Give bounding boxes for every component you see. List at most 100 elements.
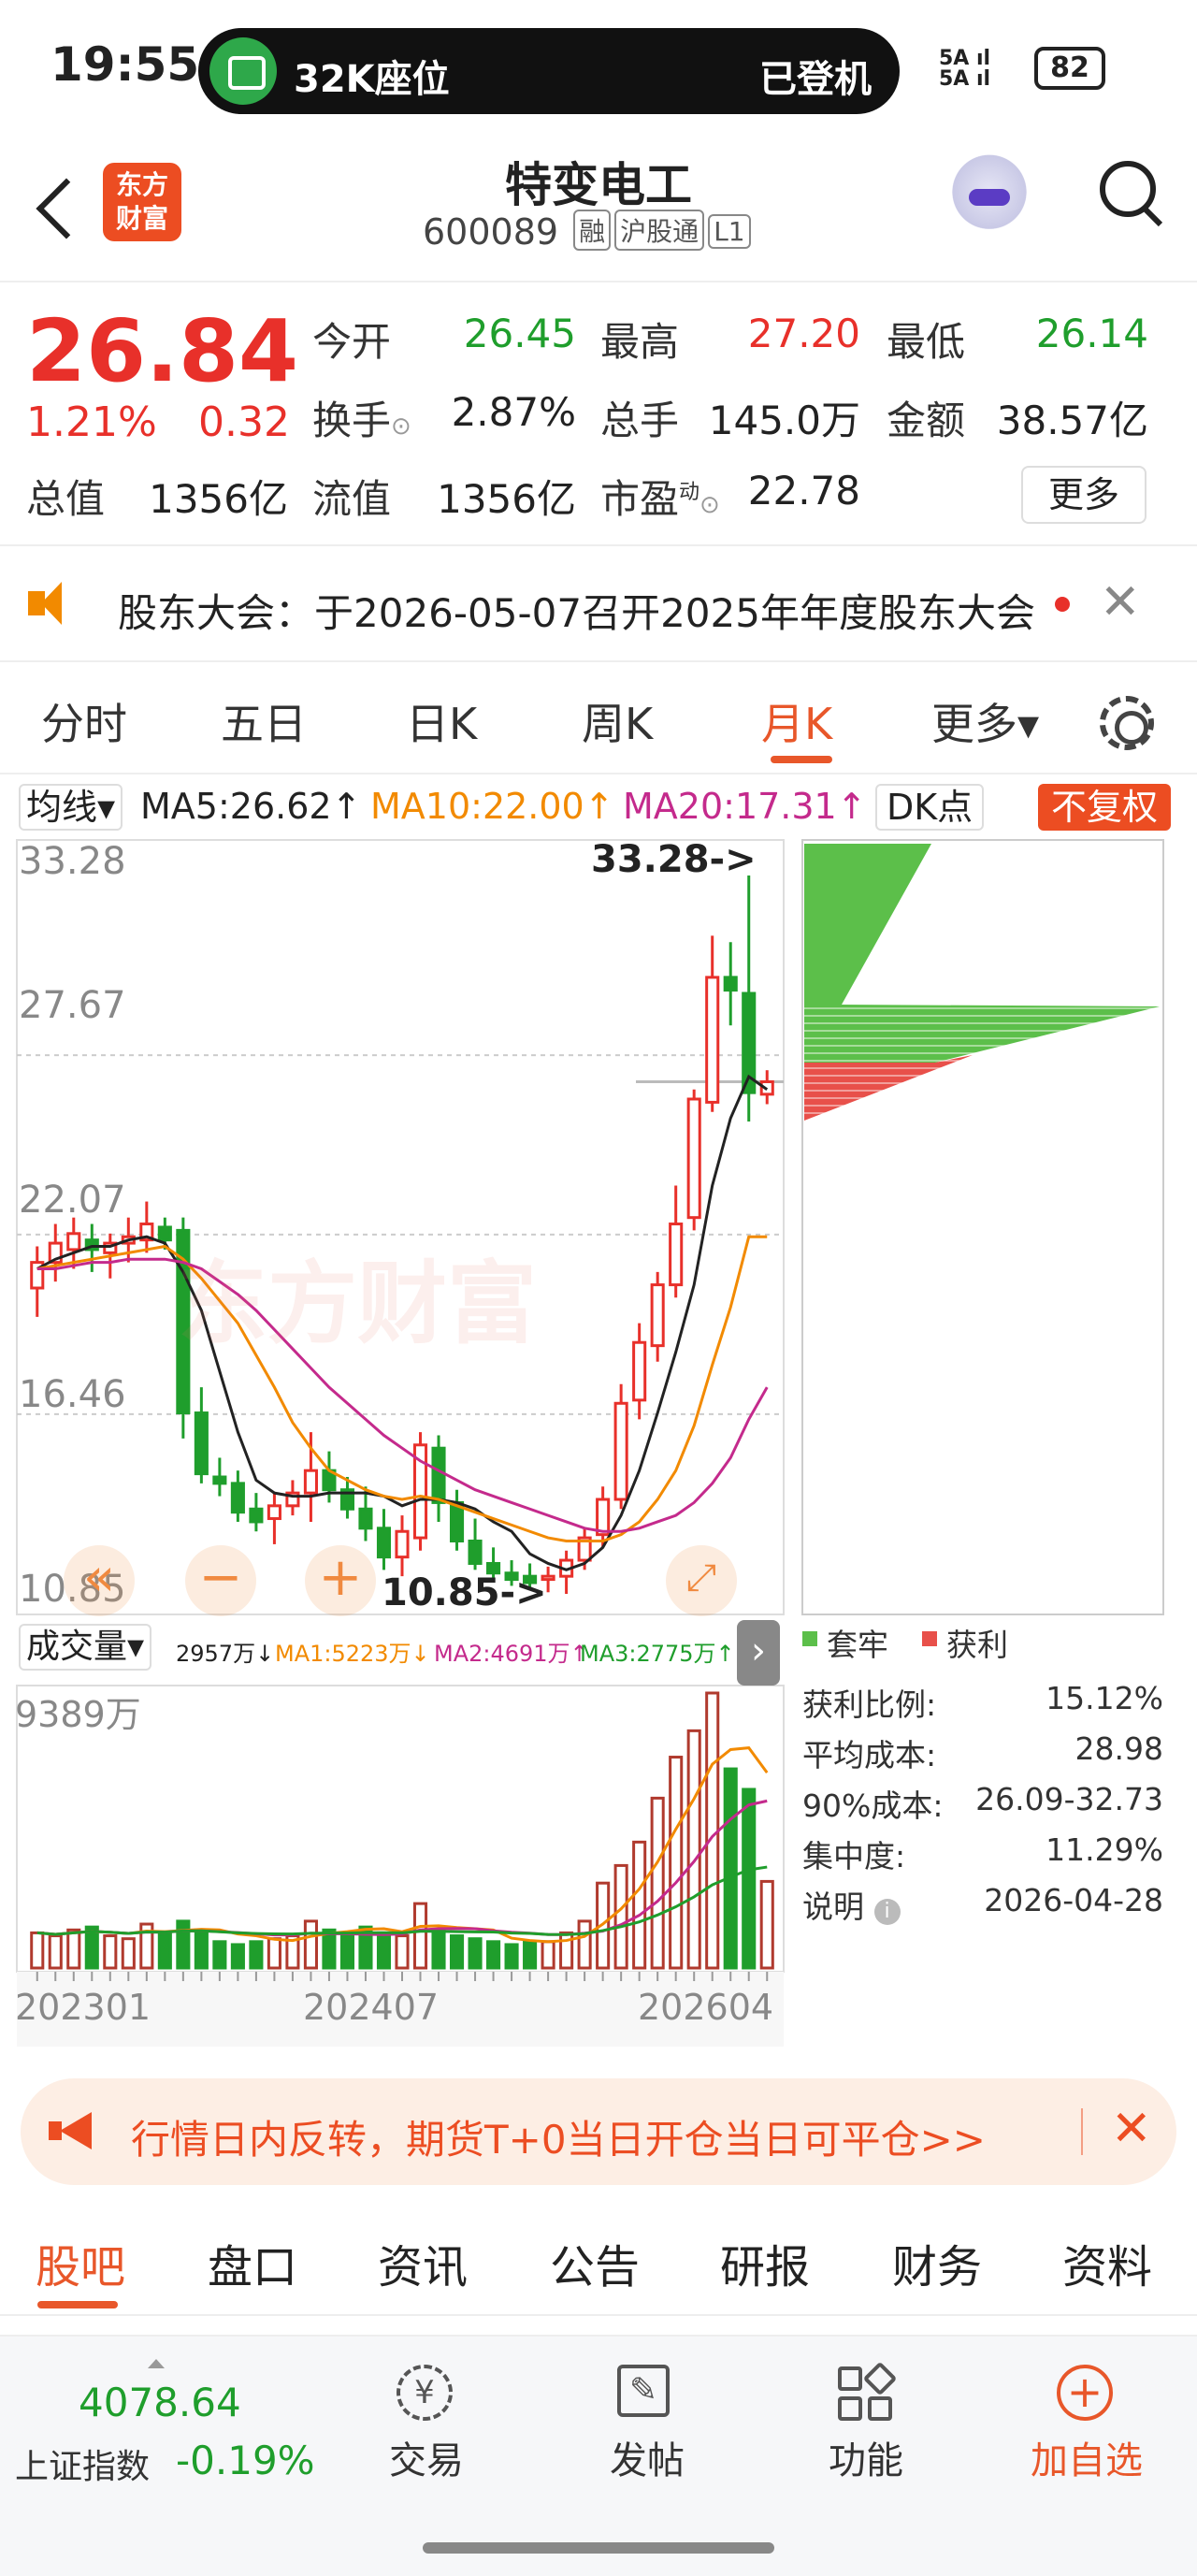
expand-arrow-icon[interactable]: ›: [737, 1620, 780, 1686]
tab-monthly-k[interactable]: 月K: [761, 690, 832, 752]
notice-text: 股东大会：于2026-05-07召开2025年年度股东大会: [118, 590, 1035, 636]
add-watchlist-button[interactable]: + 加自选: [1021, 2365, 1152, 2484]
no-adjust-button[interactable]: 不复权: [1038, 784, 1172, 831]
candle-body: [723, 976, 738, 992]
scroll-left-icon[interactable]: «: [64, 1545, 135, 1616]
volume-bar: [30, 1931, 45, 1970]
volume-bar: [650, 1796, 665, 1970]
tab-daily-k[interactable]: 日K: [406, 690, 477, 752]
flight-pill[interactable]: 32K座位 已登机: [198, 28, 900, 114]
banner-divider: [1081, 2108, 1083, 2155]
low-annotation: 10.85->: [382, 1571, 547, 1614]
edit-icon: ✎: [617, 2365, 677, 2424]
megaphone-icon: [49, 2112, 92, 2149]
expand-up-icon[interactable]: [148, 2359, 165, 2368]
grid-icon: [836, 2361, 898, 2424]
volume-bar: [376, 1931, 392, 1970]
explain-link[interactable]: 说明 i: [802, 1882, 901, 1927]
volume-value: 145.0万: [708, 398, 860, 443]
status-bar: 19:55 32K座位 已登机 5A ıl 5A ıl 82: [0, 0, 1197, 131]
pill-status: 已登机: [759, 58, 872, 101]
search-icon[interactable]: [1094, 152, 1169, 236]
dk-point-button[interactable]: DK点: [875, 784, 985, 831]
volume-readout: 2957万↓: [176, 1641, 275, 1667]
volume-bar: [523, 1940, 538, 1970]
tab-guba[interactable]: 股吧: [36, 2230, 125, 2295]
gear-icon[interactable]: [1100, 696, 1154, 750]
pe-label: 市盈动⊙: [600, 476, 720, 522]
notice-bar[interactable]: 股东大会：于2026-05-07召开2025年年度股东大会 ✕: [0, 546, 1197, 662]
vol-ma1-readout: MA1:5223万↓: [275, 1641, 430, 1667]
profit-ratio-value: 15.12%: [1046, 1680, 1163, 1716]
volume-bar: [613, 1863, 628, 1970]
volume-bar: [303, 1919, 318, 1970]
seat-icon: [209, 37, 277, 105]
vol-ma3-readout: MA3:2775万↑: [580, 1641, 735, 1667]
trapped-swatch: [802, 1631, 817, 1646]
tab-pankou[interactable]: 盘口: [208, 2230, 297, 2295]
candle-body: [157, 1225, 172, 1242]
kline-svg[interactable]: [0, 838, 1197, 2063]
index-name[interactable]: 上证指数: [15, 2439, 150, 2488]
open-value: 26.45: [463, 311, 576, 356]
volume-label: 总手: [600, 398, 680, 443]
tab-profile[interactable]: 资料: [1062, 2230, 1152, 2295]
info-tabs: 股吧 盘口 资讯 公告 研报 财务 资料: [0, 2204, 1197, 2316]
vol-ma2-readout: MA2:4691万↑: [434, 1641, 589, 1667]
amount-label: 金额: [887, 398, 966, 443]
fullscreen-icon[interactable]: ⤢: [666, 1545, 737, 1616]
trade-button[interactable]: ¥ 交易: [361, 2365, 492, 2484]
candle-body: [267, 1504, 281, 1521]
turnover-value: 2.87%: [451, 389, 576, 435]
tab-news[interactable]: 资讯: [378, 2230, 468, 2295]
tab-announcements[interactable]: 公告: [550, 2230, 640, 2295]
post-button[interactable]: ✎ 发帖: [582, 2365, 713, 2484]
volume-bar: [66, 1928, 81, 1970]
index-change[interactable]: -0.19%: [176, 2438, 315, 2483]
indicator-select[interactable]: 均线▾: [19, 784, 123, 831]
volume-bar: [103, 1934, 118, 1970]
notice-close-icon[interactable]: ✕: [1100, 574, 1141, 630]
cost-90-value: 26.09-32.73: [975, 1781, 1163, 1817]
zoom-out-icon[interactable]: −: [185, 1545, 256, 1616]
clock: 19:55: [50, 37, 200, 92]
candle-body: [669, 1223, 684, 1287]
yen-icon: ¥: [397, 2365, 456, 2424]
concentration-value: 11.29%: [1046, 1831, 1163, 1868]
tab-finance[interactable]: 财务: [892, 2230, 982, 2295]
volume-bar: [449, 1934, 465, 1970]
candle-body: [376, 1527, 392, 1559]
tab-research[interactable]: 研报: [720, 2230, 810, 2295]
volume-bar: [395, 1934, 410, 1970]
volume-bar: [176, 1919, 191, 1970]
bottom-bar: 4078.64 上证指数 -0.19% ¥ 交易 ✎ 发帖 功能 + 加自选: [0, 2335, 1197, 2576]
more-quote-button[interactable]: 更多: [1021, 466, 1147, 524]
robot-avatar-icon[interactable]: [945, 152, 1034, 241]
total-cap-value: 1356亿: [149, 476, 288, 522]
index-value[interactable]: 4078.64: [79, 2380, 241, 2425]
futures-banner[interactable]: 行情日内反转，期货T+0当日开仓当日可平仓>> ✕: [21, 2078, 1176, 2185]
volume-bar: [742, 1787, 757, 1970]
add-circle-icon: +: [1057, 2365, 1117, 2424]
tab-weekly-k[interactable]: 周K: [582, 690, 653, 752]
chart-area[interactable]: 33.28 27.67 22.07 16.46 10.85 33.28-> 10…: [0, 838, 1197, 2063]
candle-body: [632, 1340, 647, 1402]
active-tab-indicator: [37, 2301, 118, 2308]
ma5-readout: MA5:26.62↑: [140, 786, 362, 827]
zoom-in-icon[interactable]: +: [305, 1545, 376, 1616]
ma10-readout: MA10:22.00↑: [370, 786, 614, 827]
banner-close-icon[interactable]: ✕: [1111, 2101, 1152, 2157]
tab-intraday[interactable]: 分时: [41, 690, 127, 752]
ma-legend-row: 均线▾ MA5:26.62↑ MA10:22.00↑ MA20:17.31↑ D…: [0, 774, 1197, 838]
candle-body: [66, 1232, 81, 1252]
tab-five-day[interactable]: 五日: [221, 690, 307, 752]
volume-bar: [486, 1940, 501, 1970]
function-button[interactable]: 功能: [800, 2361, 931, 2484]
volume-select[interactable]: 成交量▾: [19, 1624, 152, 1671]
high-label: 最高: [600, 319, 680, 365]
turnover-label: 换手⊙: [312, 398, 411, 443]
y-tick-2: 27.67: [19, 984, 126, 1027]
volume-bar: [157, 1931, 172, 1970]
tab-more[interactable]: 更多▾: [931, 690, 1039, 752]
stock-header: 东方 财富 特变电工 600089 融沪股通 L1: [0, 131, 1197, 282]
